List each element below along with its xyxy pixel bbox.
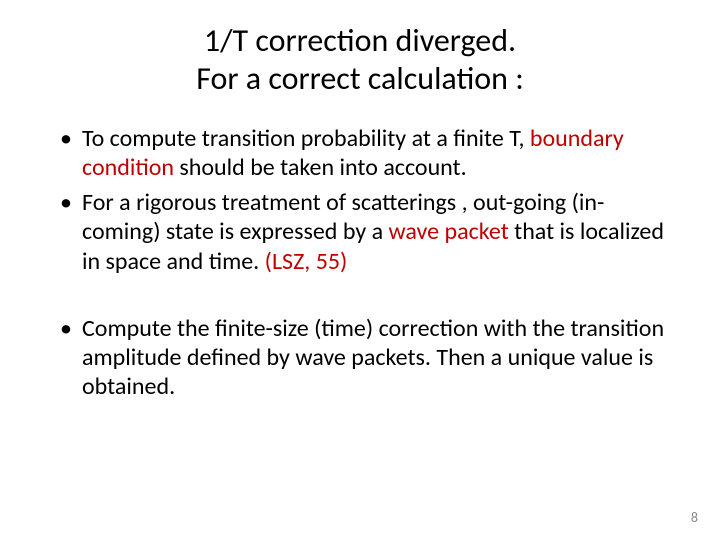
bullet-1: To compute transition probability at a f… (48, 124, 672, 183)
bullet-1-text-a: To compute transition probability at a f… (82, 124, 530, 153)
bullet-list-2: Compute the finite-size (time) correctio… (48, 314, 672, 402)
bullet-2-emph-2: (LSZ, 55) (265, 247, 348, 276)
title-line-2: For a correct calculation : (196, 59, 524, 98)
bullet-1-text-b: should be taken into account. (174, 153, 467, 182)
page-number: 8 (691, 509, 698, 526)
bullet-2-emph-1: wave packet (389, 217, 509, 246)
slide: 1/T correction diverged. For a correct c… (0, 0, 720, 540)
bullet-3-text: Compute the finite-size (time) correctio… (82, 314, 664, 402)
slide-title: 1/T correction diverged. For a correct c… (48, 22, 672, 98)
spacer (48, 282, 672, 314)
bullet-list: To compute transition probability at a f… (48, 124, 672, 276)
bullet-3: Compute the finite-size (time) correctio… (48, 314, 672, 402)
bullet-2: For a rigorous treatment of scatterings … (48, 188, 672, 276)
title-line-1: 1/T correction diverged. (204, 21, 516, 60)
